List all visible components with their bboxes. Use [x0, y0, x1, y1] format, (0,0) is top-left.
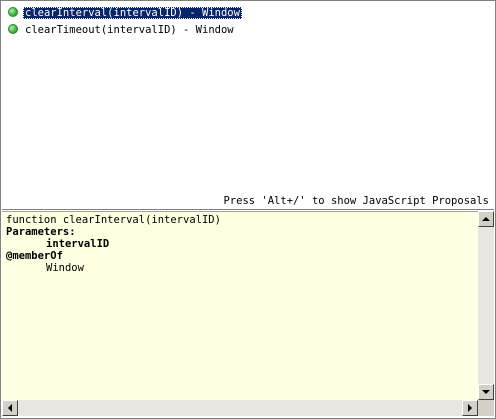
vertical-scrollbar[interactable]: [478, 211, 494, 400]
status-hint-text: Press 'Alt+/' to show JavaScript Proposa…: [223, 195, 489, 207]
horizontal-scrollbar[interactable]: [2, 400, 478, 416]
proposal-list[interactable]: clearInterval(intervalID) - Window clear…: [2, 2, 494, 194]
scroll-down-button[interactable]: [478, 384, 494, 400]
method-icon: [8, 24, 18, 34]
member-of-value: Window: [46, 262, 84, 274]
parameters-heading: Parameters:: [6, 226, 76, 238]
proposal-label: clearInterval(intervalID) - Window: [23, 7, 242, 19]
function-signature: function clearInterval(intervalID): [6, 214, 221, 226]
method-icon: [8, 7, 18, 17]
scroll-up-button[interactable]: [478, 211, 494, 227]
proposal-item[interactable]: clearInterval(intervalID) - Window: [8, 6, 242, 20]
member-of-heading: @memberOf: [6, 250, 63, 262]
arrow-down-icon: [482, 390, 490, 394]
scroll-left-button[interactable]: [2, 400, 18, 416]
scroll-right-button[interactable]: [462, 400, 478, 416]
proposal-label: clearTimeout(intervalID) - Window: [25, 24, 234, 36]
arrow-up-icon: [482, 217, 490, 221]
parameter-name: intervalID: [46, 238, 110, 250]
arrow-right-icon: [468, 404, 472, 412]
proposal-item[interactable]: clearTimeout(intervalID) - Window: [8, 23, 236, 37]
scrollbar-corner: [478, 400, 494, 416]
status-hint-bar: Press 'Alt+/' to show JavaScript Proposa…: [2, 194, 494, 210]
arrow-left-icon: [8, 404, 12, 412]
content-assist-popup: clearInterval(intervalID) - Window clear…: [0, 0, 496, 419]
documentation-pane[interactable]: function clearInterval(intervalID) Parame…: [2, 211, 478, 400]
